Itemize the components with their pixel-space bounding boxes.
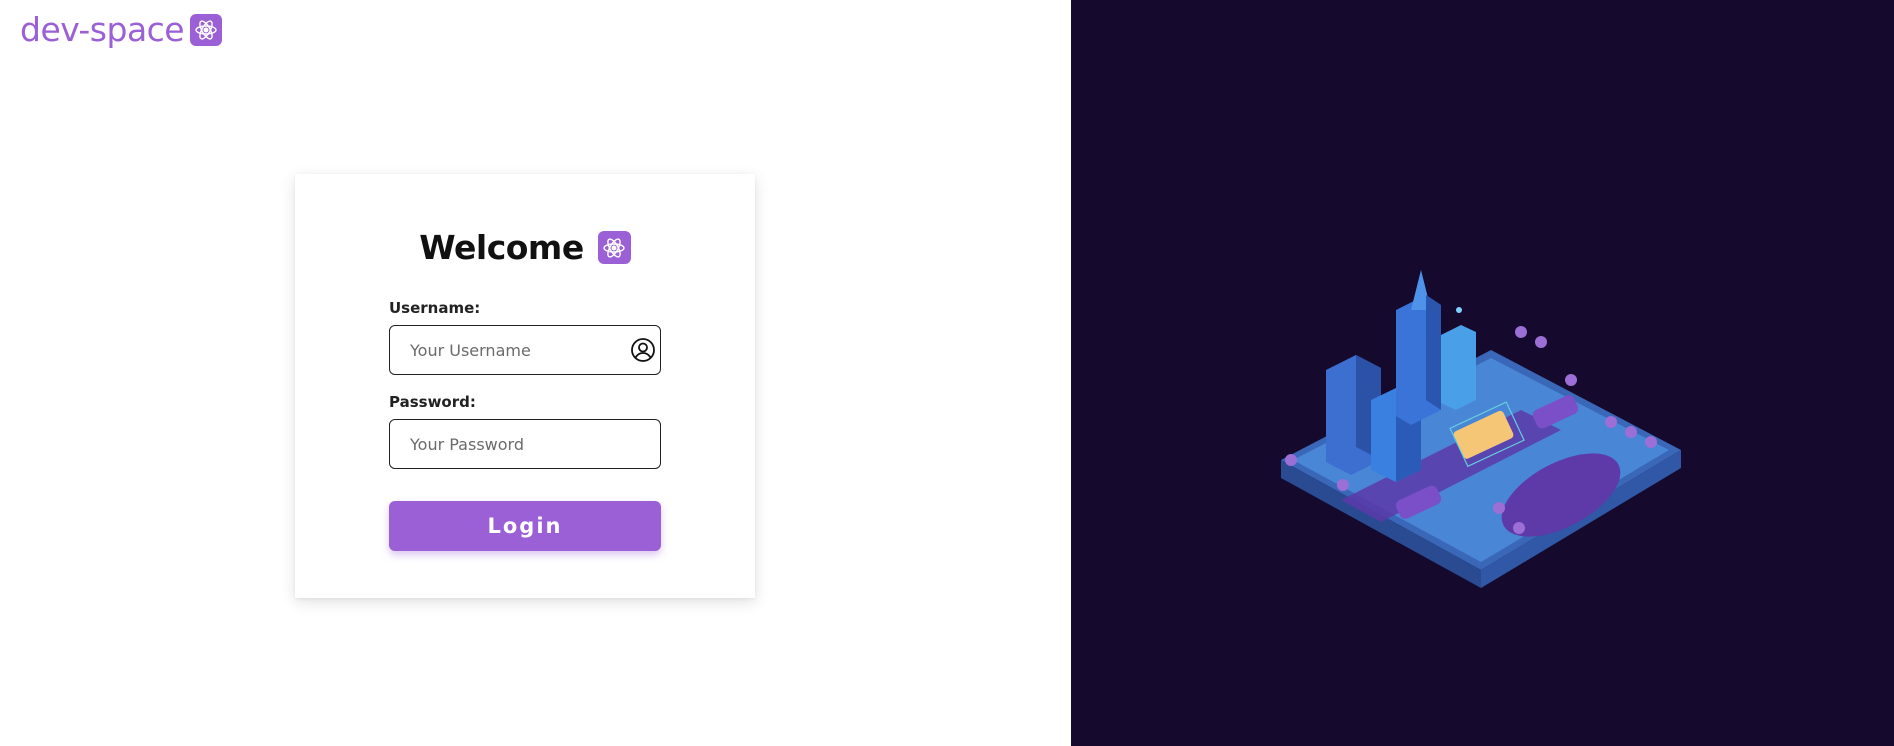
login-card: Welcome Username: Your Username Password… bbox=[295, 174, 755, 598]
password-field-wrapper bbox=[389, 419, 661, 469]
brand-logo[interactable]: dev-space bbox=[20, 10, 223, 49]
login-panel: dev-space Welcome Username: Your Usernam… bbox=[0, 0, 1071, 746]
illustration-panel bbox=[1071, 0, 1894, 746]
card-header: Welcome bbox=[295, 228, 755, 267]
atom-icon bbox=[190, 13, 223, 46]
username-label: Username: bbox=[389, 299, 481, 317]
password-label: Password: bbox=[389, 393, 476, 411]
brand-name: dev-space bbox=[20, 10, 185, 49]
password-input[interactable] bbox=[390, 420, 660, 468]
username-field-wrapper bbox=[389, 325, 661, 375]
atom-icon bbox=[597, 231, 631, 264]
login-button[interactable]: Login bbox=[389, 501, 661, 551]
smart-city-illustration bbox=[1281, 270, 1681, 588]
username-input[interactable] bbox=[390, 326, 660, 374]
page-title: Welcome bbox=[419, 228, 584, 267]
user-circle-icon bbox=[630, 337, 656, 363]
login-page: dev-space Welcome Username: Your Usernam… bbox=[0, 0, 1894, 746]
